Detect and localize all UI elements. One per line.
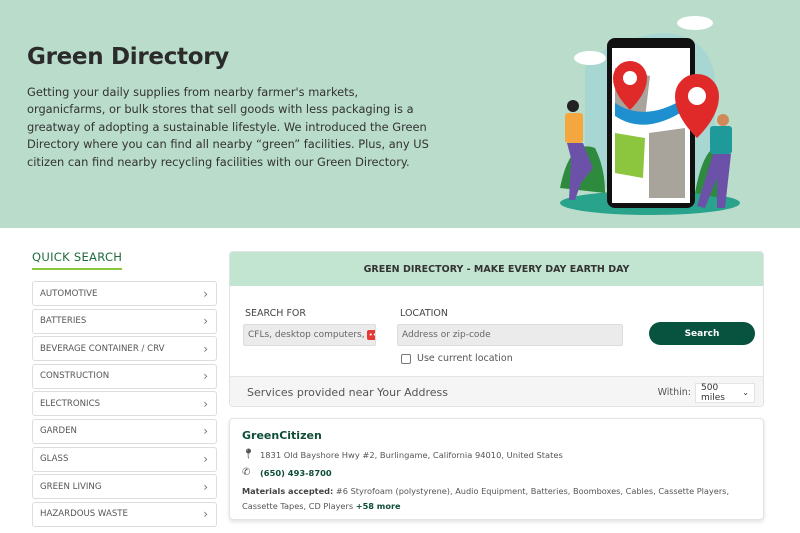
within-label: Within:: [657, 387, 691, 398]
quick-search-item-electronics[interactable]: ELECTRONICS ›: [32, 391, 217, 417]
result-address: 1831 Old Bayshore Hwy #2, Burlingame, Ca…: [260, 449, 563, 460]
materials-label: Materials accepted:: [242, 486, 334, 496]
quick-search-item-glass[interactable]: GLASS ›: [32, 446, 217, 472]
search-for-label: SEARCH FOR: [245, 308, 306, 319]
search-for-input[interactable]: CFLs, desktop computers,•••l: [243, 324, 376, 346]
use-current-location-checkbox[interactable]: Use current location: [401, 353, 513, 364]
distance-select[interactable]: 500 miles ⌄: [695, 382, 755, 403]
page-title: Green Directory: [27, 44, 229, 70]
chevron-right-icon: ›: [203, 314, 208, 329]
quick-search-list: AUTOMOTIVE › BATTERIES › BEVERAGE CONTAINE…: [32, 281, 217, 529]
search-panel: GREEN DIRECTORY - MAKE EVERY DAY EARTH D…: [229, 251, 764, 407]
item-label: BATTERIES: [40, 316, 87, 327]
map-pin-icon: 📍︎: [242, 449, 255, 460]
chevron-right-icon: ›: [203, 507, 208, 522]
chevron-right-icon: ›: [203, 341, 208, 356]
more-materials-link[interactable]: +58 more: [356, 501, 401, 511]
location-input[interactable]: Address or zip-code: [397, 324, 623, 346]
within-control: Within: 500 miles ⌄: [657, 382, 755, 403]
password-manager-icon[interactable]: •••: [366, 330, 375, 340]
chevron-right-icon: ›: [203, 424, 208, 439]
search-button[interactable]: Search: [649, 322, 755, 345]
item-label: AUTOMOTIVE: [40, 288, 98, 299]
hero-banner: Green Directory Getting your daily suppl…: [0, 0, 800, 228]
result-phone[interactable]: (650) 493-8700: [260, 468, 332, 478]
quick-search-item-hazardous-waste[interactable]: HAZARDOUS WASTE ›: [32, 501, 217, 527]
result-name[interactable]: GreenCitizen: [242, 429, 751, 442]
item-label: CONSTRUCTION: [40, 371, 110, 382]
phone-icon: ✆: [242, 467, 251, 478]
checkbox-icon[interactable]: [401, 353, 411, 364]
quick-search-item-batteries[interactable]: BATTERIES ›: [32, 308, 217, 334]
services-text: Services provided near Your Address: [247, 386, 448, 399]
quick-search-item-garden[interactable]: GARDEN ›: [32, 418, 217, 444]
materials-accepted: Materials accepted: #6 Styrofoam (polyst…: [242, 484, 751, 514]
quick-search-item-automotive[interactable]: AUTOMOTIVE ›: [32, 281, 217, 306]
item-label: GREEN LIVING: [40, 481, 102, 492]
chevron-right-icon: ›: [203, 369, 208, 384]
services-bar: Services provided near Your Address With…: [230, 376, 763, 406]
panel-header: GREEN DIRECTORY - MAKE EVERY DAY EARTH D…: [230, 252, 763, 286]
item-label: BEVERAGE CONTAINER / CRV: [40, 343, 165, 354]
chevron-right-icon: ›: [203, 452, 208, 467]
item-label: HAZARDOUS WASTE: [40, 509, 128, 520]
quick-search-item-construction[interactable]: CONSTRUCTION ›: [32, 363, 217, 389]
quick-search-item-beverage-container[interactable]: BEVERAGE CONTAINER / CRV ›: [32, 336, 217, 362]
result-phone-row: ✆ (650) 493-8700: [242, 467, 751, 478]
hero-description: Getting your daily supplies from nearby …: [27, 85, 429, 169]
item-label: GARDEN: [40, 426, 77, 437]
location-placeholder: Address or zip-code: [402, 330, 491, 340]
chevron-down-icon: ⌄: [742, 388, 749, 397]
quick-search-title: QUICK SEARCH: [32, 250, 123, 270]
chevron-right-icon: ›: [203, 286, 208, 301]
result-card: GreenCitizen 📍︎ 1831 Old Bayshore Hwy #2,…: [229, 418, 764, 520]
map-phone-illustration: [560, 16, 740, 215]
quick-search-item-green-living[interactable]: GREEN LIVING ›: [32, 474, 217, 500]
result-address-row: 📍︎ 1831 Old Bayshore Hwy #2, Burlingame, …: [242, 449, 751, 460]
chevron-right-icon: ›: [203, 396, 208, 411]
search-for-value: CFLs, desktop computers,: [248, 330, 365, 340]
item-label: GLASS: [40, 454, 69, 465]
distance-value: 500 miles: [701, 382, 725, 403]
checkbox-label: Use current location: [417, 353, 513, 364]
item-label: ELECTRONICS: [40, 398, 101, 409]
location-label: LOCATION: [400, 308, 449, 319]
chevron-right-icon: ›: [203, 479, 208, 494]
